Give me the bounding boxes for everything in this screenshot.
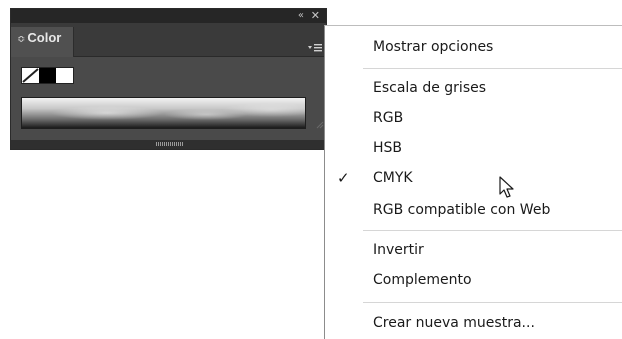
black-swatch[interactable] <box>39 68 56 83</box>
close-icon[interactable]: ✕ <box>311 9 320 23</box>
drag-grip-icon[interactable] <box>156 142 184 146</box>
menu-item-label: HSB <box>373 140 403 156</box>
white-swatch[interactable] <box>56 68 73 83</box>
menu-item-complemento[interactable]: Complemento <box>325 266 622 294</box>
resize-grip-icon[interactable] <box>316 121 324 129</box>
none-slash-icon <box>22 68 39 83</box>
screen: « ✕ ≎ Color Mostrar opciones Escala de g… <box>0 0 622 339</box>
menu-item-label: Mostrar opciones <box>373 39 494 55</box>
menu-item-label: Complemento <box>373 272 472 288</box>
menu-separator <box>363 302 622 303</box>
menu-item-label: Crear nueva muestra... <box>373 315 535 331</box>
tab-color-label: Color <box>27 30 62 45</box>
collapse-icon[interactable]: « <box>298 9 304 23</box>
menu-separator <box>363 68 622 69</box>
menu-item-label: Escala de grises <box>373 80 487 96</box>
menu-item-label: CMYK <box>373 170 413 186</box>
panel-titlebar[interactable]: « ✕ <box>11 9 326 23</box>
menu-item-label: RGB <box>373 110 404 126</box>
tab-color[interactable]: ≎ Color <box>11 27 74 57</box>
panel-body <box>11 57 326 141</box>
menu-item-label: RGB compatible con Web <box>373 202 551 218</box>
checkmark-icon: ✓ <box>337 169 350 187</box>
menu-item-rgb[interactable]: RGB <box>325 104 622 132</box>
panel-menu-icon[interactable] <box>308 42 322 54</box>
menu-separator <box>363 230 622 231</box>
color-spectrum-ramp[interactable] <box>21 97 306 129</box>
color-panel: « ✕ ≎ Color <box>10 8 327 150</box>
panel-bottom-bar[interactable] <box>11 140 326 149</box>
menu-item-cmyk[interactable]: ✓ CMYK <box>325 164 622 192</box>
menu-item-hsb[interactable]: HSB <box>325 134 622 162</box>
menu-item-label: Invertir <box>373 242 424 258</box>
menu-item-rgb-compatible-con-web[interactable]: RGB compatible con Web <box>325 196 622 224</box>
menu-item-invertir[interactable]: Invertir <box>325 236 622 264</box>
menu-item-crear-nueva-muestra[interactable]: Crear nueva muestra... <box>325 309 622 337</box>
updown-arrows-icon: ≎ <box>17 34 26 45</box>
fill-stroke-swatches <box>21 67 74 84</box>
none-swatch[interactable] <box>22 68 39 83</box>
menu-item-escala-de-grises[interactable]: Escala de grises <box>325 74 622 102</box>
menu-item-mostrar-opciones[interactable]: Mostrar opciones <box>325 33 622 61</box>
panel-tabbar: ≎ Color <box>11 23 326 57</box>
panel-options-menu: Mostrar opciones Escala de grises RGB HS… <box>324 25 622 339</box>
